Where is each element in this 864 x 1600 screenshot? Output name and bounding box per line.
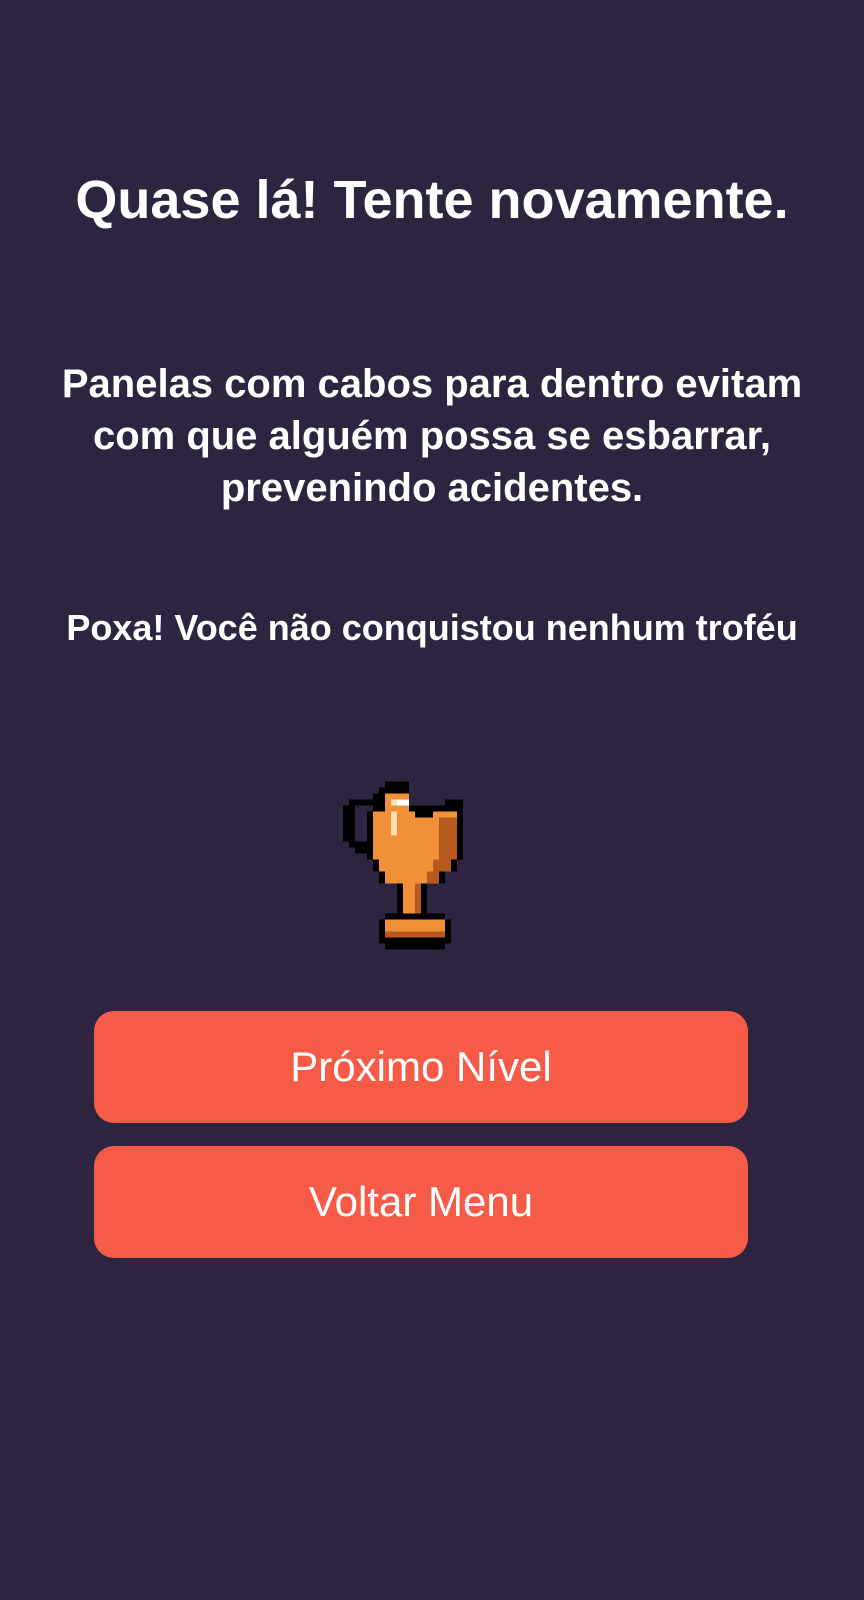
page-title: Quase lá! Tente novamente. (75, 170, 789, 230)
bronze-trophy-icon (343, 780, 469, 951)
back-to-menu-button[interactable]: Voltar Menu (94, 1146, 748, 1258)
level-result-screen: Quase lá! Tente novamente. Panelas com c… (0, 0, 864, 1600)
next-level-button[interactable]: Próximo Nível (94, 1011, 748, 1123)
safety-tip-text: Panelas com cabos para dentro evitam com… (61, 362, 803, 510)
result-message: Poxa! Você não conquistou nenhum troféu (66, 607, 798, 648)
